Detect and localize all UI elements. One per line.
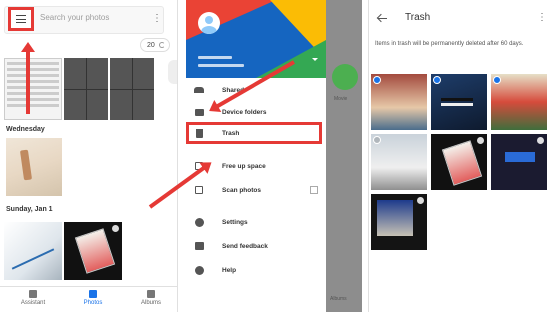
photos-icon bbox=[89, 290, 97, 298]
back-arrow-icon[interactable] bbox=[377, 13, 387, 23]
photo-count: 20 bbox=[147, 41, 155, 49]
loading-icon bbox=[158, 42, 165, 48]
drawer-item-scan-photos[interactable]: Scan photos bbox=[186, 182, 326, 198]
nav-assistant[interactable]: Assistant bbox=[8, 290, 58, 306]
drawer-item-settings[interactable]: Settings bbox=[186, 214, 326, 230]
photo-thumbnail[interactable] bbox=[110, 58, 154, 120]
account-email bbox=[198, 64, 244, 67]
drawer-item-help[interactable]: Help bbox=[186, 262, 326, 278]
date-header: Wednesday bbox=[6, 126, 45, 133]
scroll-handle[interactable] bbox=[168, 60, 177, 84]
video-icon bbox=[537, 137, 544, 144]
drawer-menu: Shared Device folders Trash Free up spac… bbox=[186, 78, 326, 312]
assistant-icon bbox=[29, 290, 37, 298]
trash-panel: Trash ⋮ Items in trash will be permanent… bbox=[368, 0, 550, 312]
folder-icon bbox=[194, 107, 204, 117]
nav-albums[interactable]: Albums bbox=[126, 290, 176, 306]
video-icon bbox=[417, 197, 424, 204]
arrow-annotation bbox=[26, 48, 30, 114]
overflow-menu-icon[interactable]: ⋮ bbox=[537, 13, 547, 23]
gear-icon bbox=[194, 217, 204, 227]
trash-photo[interactable] bbox=[431, 134, 487, 190]
drawer-header bbox=[186, 0, 326, 78]
people-icon bbox=[194, 85, 204, 95]
albums-icon bbox=[147, 290, 155, 298]
nav-photos[interactable]: Photos bbox=[68, 290, 118, 306]
video-icon bbox=[477, 137, 484, 144]
selected-check-icon[interactable] bbox=[493, 76, 501, 84]
avatar[interactable] bbox=[198, 12, 220, 34]
page-title: Trash bbox=[405, 12, 431, 23]
select-circle-icon[interactable] bbox=[373, 136, 381, 144]
photo-count-chip: 20 bbox=[140, 38, 170, 52]
hamburger-icon bbox=[16, 15, 26, 23]
nav-label: Albums bbox=[140, 300, 161, 306]
date-header: Sunday, Jan 1 bbox=[6, 206, 53, 213]
nav-label: Assistant bbox=[20, 300, 46, 306]
trash-icon bbox=[194, 128, 204, 138]
drawer-item-send-feedback[interactable]: Send feedback bbox=[186, 238, 326, 254]
selected-check-icon[interactable] bbox=[433, 76, 441, 84]
movie-icon bbox=[332, 64, 358, 90]
menu-button[interactable] bbox=[8, 7, 34, 31]
bottom-navigation: Assistant Photos Albums bbox=[0, 286, 177, 312]
overlay-label: Movie bbox=[334, 96, 348, 102]
nav-label: Photos bbox=[83, 300, 103, 306]
selected-check-icon[interactable] bbox=[373, 76, 381, 84]
help-icon bbox=[194, 265, 204, 275]
trash-photo[interactable] bbox=[431, 74, 487, 130]
trash-photo[interactable] bbox=[491, 74, 547, 130]
photo-thumbnail[interactable] bbox=[4, 222, 62, 280]
feedback-icon bbox=[194, 241, 204, 251]
overflow-menu-icon[interactable]: ⋮ bbox=[152, 14, 162, 24]
trash-photo[interactable] bbox=[371, 194, 427, 250]
account-name bbox=[198, 56, 232, 59]
search-placeholder: Search your photos bbox=[40, 13, 110, 22]
trash-photo[interactable] bbox=[371, 74, 427, 130]
photo-thumbnail[interactable] bbox=[6, 138, 62, 196]
photo-thumbnail[interactable] bbox=[64, 222, 122, 280]
overlay-label: Albums bbox=[330, 296, 347, 302]
video-icon bbox=[112, 225, 119, 232]
trash-photo[interactable] bbox=[491, 134, 547, 190]
photo-thumbnail[interactable] bbox=[4, 58, 62, 120]
drawer-item-trash[interactable]: Trash bbox=[186, 125, 326, 141]
trash-header: Trash ⋮ bbox=[369, 0, 550, 36]
account-switcher-icon[interactable] bbox=[312, 58, 318, 61]
photo-thumbnail[interactable] bbox=[64, 58, 108, 120]
scan-icon bbox=[194, 185, 204, 195]
external-link-icon bbox=[310, 186, 318, 194]
trash-photo[interactable] bbox=[371, 134, 427, 190]
drawer-scrim[interactable]: Movie Albums bbox=[326, 0, 362, 312]
trash-notice: Items in trash will be permanently delet… bbox=[375, 41, 524, 47]
drawer-panel: Movie Albums Shared Device folders Trash… bbox=[186, 0, 362, 312]
